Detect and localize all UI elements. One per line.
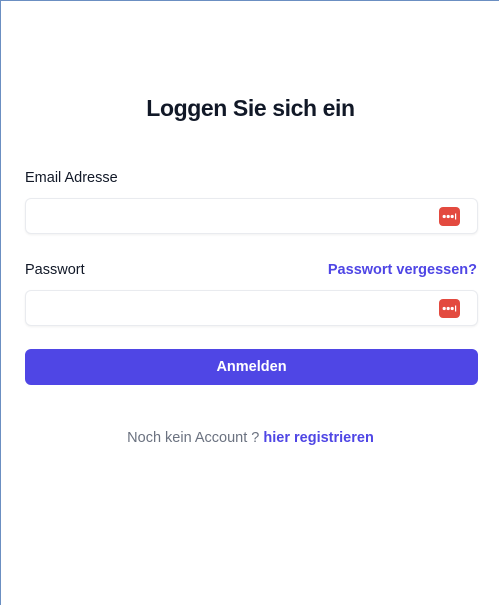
email-field[interactable] xyxy=(25,198,478,234)
forgot-password-link[interactable]: Passwort vergessen? xyxy=(328,261,477,279)
login-page: Loggen Sie sich ein Email Adresse Passwo… xyxy=(0,0,499,605)
register-link[interactable]: hier registrieren xyxy=(263,430,373,446)
register-prompt: Noch kein Account ? hier registrieren xyxy=(1,429,499,447)
password-manager-icon[interactable] xyxy=(439,207,460,226)
password-label: Passwort xyxy=(25,262,85,278)
password-manager-icon[interactable] xyxy=(439,299,460,318)
login-button[interactable]: Anmelden xyxy=(25,349,478,385)
email-label: Email Adresse xyxy=(25,170,118,186)
page-title: Loggen Sie sich ein xyxy=(146,95,355,121)
password-field[interactable] xyxy=(25,290,478,326)
email-input[interactable] xyxy=(26,199,450,233)
password-dots-icon xyxy=(442,213,457,220)
password-input[interactable] xyxy=(26,291,450,325)
password-dots-icon xyxy=(442,305,457,312)
register-prompt-text: Noch kein Account ? xyxy=(127,430,260,446)
